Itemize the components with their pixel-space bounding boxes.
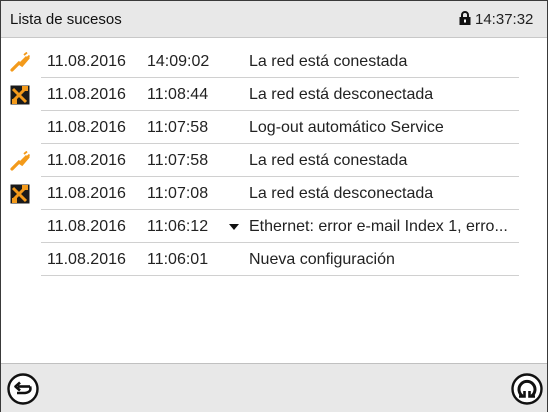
network-connected-icon	[10, 151, 30, 171]
event-date: 11.08.2016	[47, 119, 126, 136]
event-time: 11:06:12	[147, 218, 209, 235]
refresh-button[interactable]	[510, 372, 544, 406]
clock-display: 14:37:32	[475, 11, 534, 28]
event-message: Ethernet: error e-mail Index 1, erro...	[249, 218, 508, 235]
event-list: 11.08.2016 14:09:02 La red está conestada 1…	[1, 45, 547, 276]
network-connected-icon	[10, 52, 30, 72]
event-row[interactable]: 11.08.2016 11:06:01 Nueva configuración	[1, 243, 547, 276]
event-time: 11:06:01	[147, 251, 209, 268]
back-button[interactable]	[6, 372, 40, 406]
event-time: 11:08:44	[147, 86, 209, 103]
expand-caret-icon[interactable]	[229, 224, 239, 230]
event-time: 11:07:58	[147, 119, 209, 136]
event-message: La red está desconectada	[249, 185, 434, 202]
network-disconnected-icon	[10, 184, 30, 204]
event-date: 11.08.2016	[47, 218, 126, 235]
event-time: 14:09:02	[147, 53, 210, 70]
header-bar: Lista de sucesos 14:37:32	[1, 1, 547, 38]
event-message: Log-out automático Service	[249, 119, 444, 136]
event-message: Nueva configuración	[249, 251, 395, 268]
event-date: 11.08.2016	[47, 152, 126, 169]
lock-icon	[459, 11, 471, 25]
row-divider	[41, 275, 519, 276]
footer-bar	[1, 363, 547, 412]
event-row[interactable]: 11.08.2016 11:06:12 Ethernet: error e-mail…	[1, 210, 547, 243]
page-title: Lista de sucesos	[10, 11, 122, 28]
event-row[interactable]: 11.08.2016 11:07:58 La red está conestada	[1, 144, 547, 177]
event-row[interactable]: 11.08.2016 14:09:02 La red está conestada	[1, 45, 547, 78]
event-time: 11:07:08	[147, 185, 209, 202]
event-row[interactable]: 11.08.2016 11:07:58 Log-out automático Ser…	[1, 111, 547, 144]
network-disconnected-icon	[10, 85, 30, 105]
event-time: 11:07:58	[147, 152, 209, 169]
event-list-screen: Lista de sucesos 14:37:32 11.08.2016 14:0…	[0, 0, 548, 412]
event-message: La red está desconectada	[249, 86, 434, 103]
event-date: 11.08.2016	[47, 53, 126, 70]
event-row[interactable]: 11.08.2016 11:07:08 La red está desconecta…	[1, 177, 547, 210]
event-date: 11.08.2016	[47, 86, 126, 103]
event-message: La red está conestada	[249, 53, 408, 70]
event-row[interactable]: 11.08.2016 11:08:44 La red está desconecta…	[1, 78, 547, 111]
event-date: 11.08.2016	[47, 251, 126, 268]
event-message: La red está conestada	[249, 152, 408, 169]
event-date: 11.08.2016	[47, 185, 126, 202]
